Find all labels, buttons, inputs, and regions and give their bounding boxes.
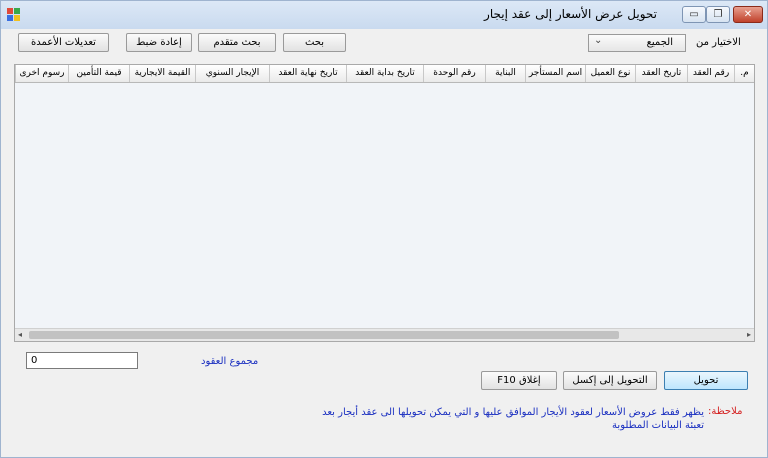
filter-select-value: الجميع bbox=[646, 37, 673, 48]
note-text: يظهر فقط عروض الأسعار لعقود الأيجار المو… bbox=[322, 407, 704, 431]
advanced-search-button[interactable]: بحث متقدم bbox=[198, 33, 276, 52]
convert-button[interactable]: تحويل bbox=[664, 371, 748, 390]
filter-select[interactable]: ⌄ الجميع bbox=[588, 34, 686, 52]
minimize-icon: ▭ bbox=[689, 9, 699, 20]
column-header[interactable]: الإيجار السنوي bbox=[195, 65, 269, 82]
search-button[interactable]: بحث bbox=[283, 33, 346, 52]
reset-button[interactable]: إعادة ضبط bbox=[126, 33, 192, 52]
scroll-left-icon[interactable]: ◂ bbox=[18, 329, 22, 341]
close-icon: ✕ bbox=[743, 9, 753, 20]
close-f10-button[interactable]: إغلاق F10 bbox=[481, 371, 557, 390]
contracts-total-label: مجموع العقود bbox=[201, 356, 259, 367]
column-header[interactable]: قيمة التأمين bbox=[68, 65, 129, 82]
column-edits-button[interactable]: تعديلات الأعمدة bbox=[18, 33, 109, 52]
export-excel-button[interactable]: التحويل إلى إكسل bbox=[563, 371, 657, 390]
main-window: تحويل عرض الأسعار إلى عقد إيجار ▭ ❐ ✕ تع… bbox=[0, 0, 768, 458]
grid-header: م. رقم العقد تاريخ العقد نوع العميل اسم … bbox=[15, 65, 754, 83]
maximize-icon: ❐ bbox=[713, 9, 723, 20]
title-bar[interactable]: تحويل عرض الأسعار إلى عقد إيجار ▭ ❐ ✕ bbox=[1, 1, 767, 29]
scroll-right-icon[interactable]: ▸ bbox=[747, 329, 751, 341]
close-button[interactable]: ✕ bbox=[733, 6, 763, 23]
column-header[interactable]: م. bbox=[734, 65, 754, 82]
maximize-button[interactable]: ❐ bbox=[706, 6, 730, 23]
column-header[interactable]: رقم الوحدة bbox=[423, 65, 485, 82]
filter-label: الاختيار من bbox=[696, 37, 741, 48]
column-header[interactable]: نوع العميل bbox=[585, 65, 635, 82]
column-header[interactable]: اسم المستأجر bbox=[525, 65, 585, 82]
contracts-grid[interactable]: م. رقم العقد تاريخ العقد نوع العميل اسم … bbox=[14, 64, 755, 342]
window-title: تحويل عرض الأسعار إلى عقد إيجار bbox=[484, 7, 657, 21]
scrollbar-thumb[interactable] bbox=[29, 331, 619, 339]
column-header[interactable]: رقم العقد bbox=[687, 65, 734, 82]
chevron-down-icon: ⌄ bbox=[594, 35, 603, 46]
column-header[interactable]: تاريخ العقد bbox=[635, 65, 687, 82]
column-header[interactable]: تاريخ نهاية العقد bbox=[269, 65, 346, 82]
horizontal-scrollbar[interactable]: ◂ ▸ bbox=[15, 328, 754, 341]
column-header[interactable]: القيمة الايجارية bbox=[129, 65, 195, 82]
note-label: ملاحظة: bbox=[708, 406, 743, 417]
column-header[interactable]: رسوم اخرى bbox=[15, 65, 68, 82]
column-header[interactable]: تاريخ بداية العقد bbox=[346, 65, 423, 82]
app-icon bbox=[7, 8, 20, 21]
contracts-total-field[interactable]: 0 bbox=[26, 352, 138, 369]
minimize-button[interactable]: ▭ bbox=[682, 6, 706, 23]
column-header[interactable]: البناية bbox=[485, 65, 525, 82]
